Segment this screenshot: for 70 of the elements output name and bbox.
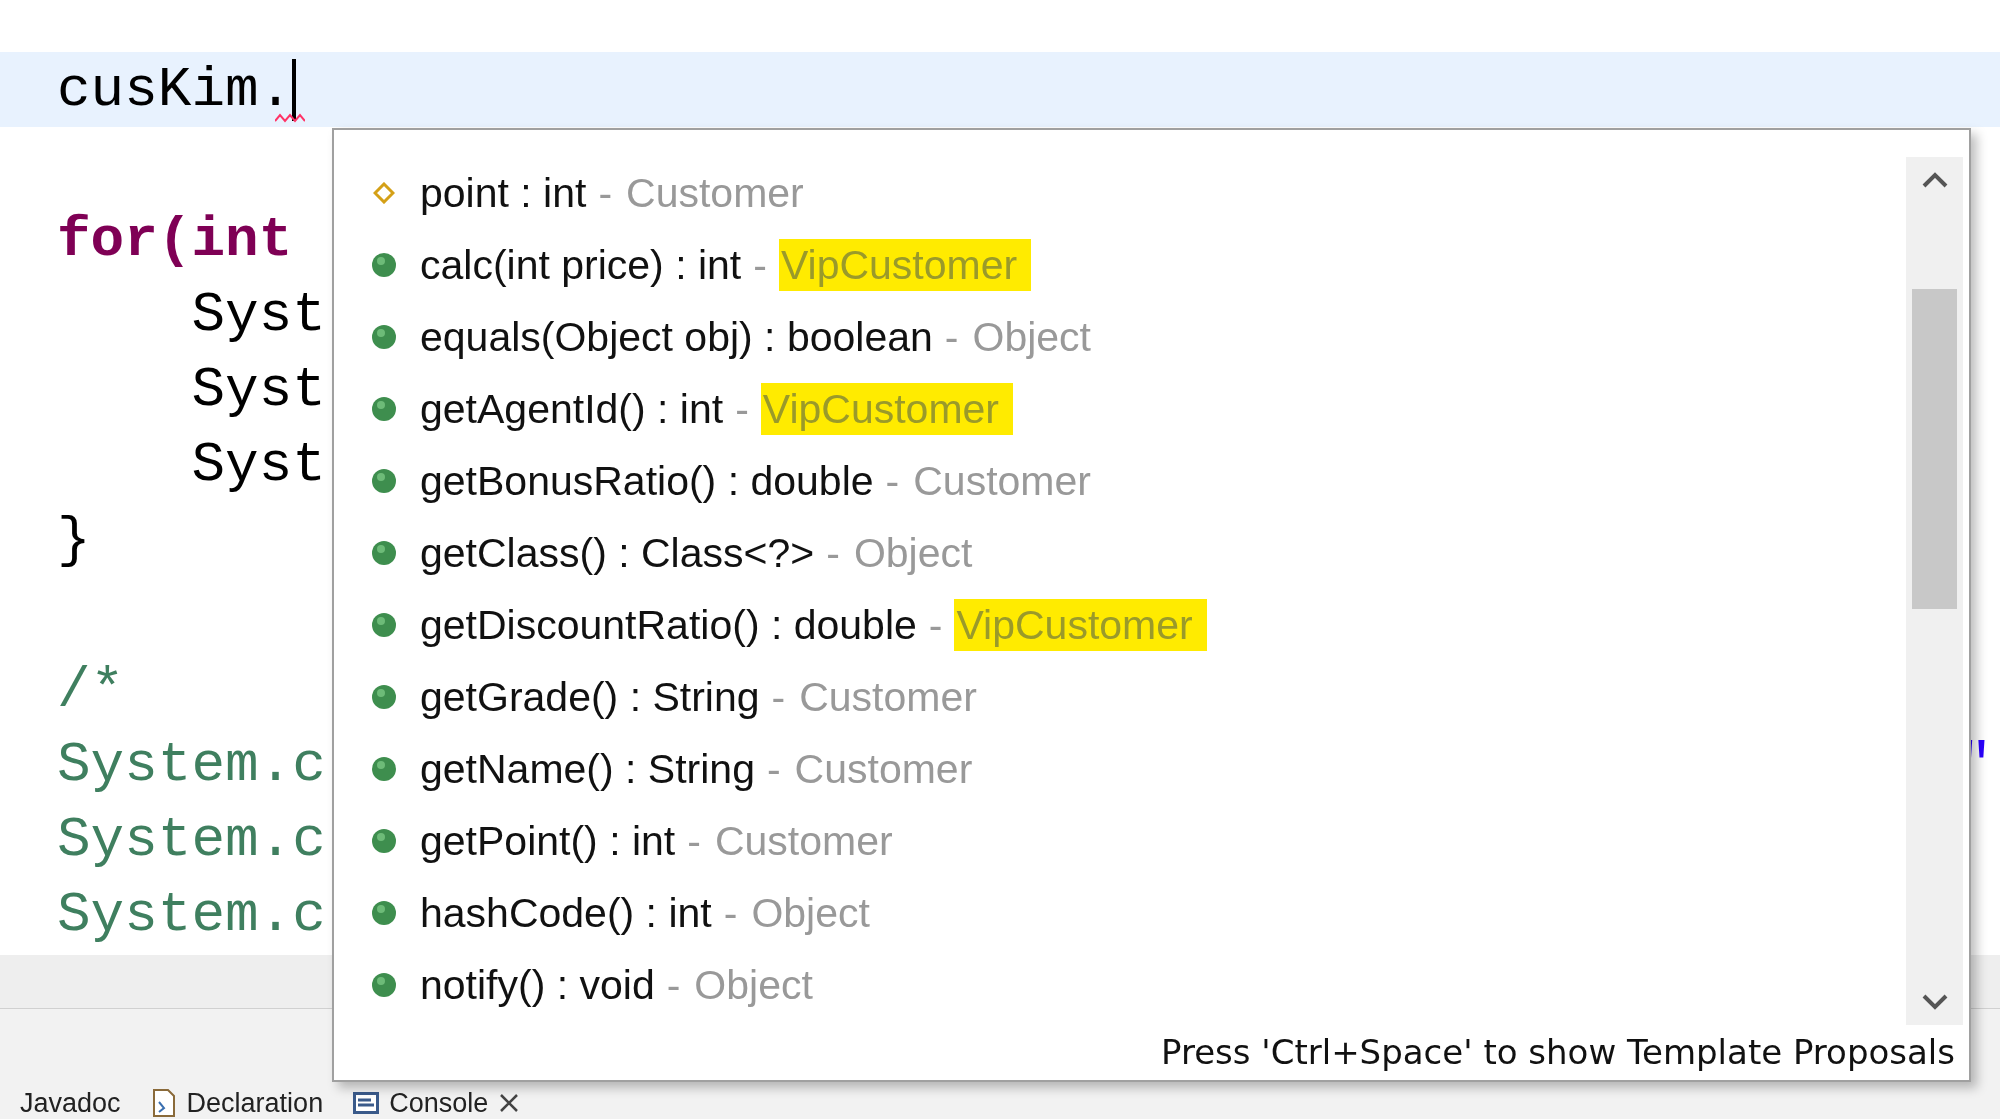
scrollbar[interactable] <box>1906 157 1963 1025</box>
code-text: System.c <box>57 731 326 799</box>
proposal-signature: notify() : void <box>420 961 655 1010</box>
code-text: for(int <box>57 206 293 274</box>
scrollbar-thumb[interactable] <box>1912 289 1957 609</box>
separator: - <box>771 673 786 722</box>
proposal-item[interactable]: getDiscountRatio() : double - VipCustomer <box>334 589 1906 661</box>
separator: - <box>885 457 900 506</box>
proposal-owner: Customer <box>713 817 894 866</box>
panel-tab[interactable]: Javadoc <box>20 1088 121 1118</box>
proposal-signature: getName() : String <box>420 745 755 794</box>
proposal-item[interactable]: getBonusRatio() : double - Customer <box>334 445 1906 517</box>
document-icon <box>150 1088 177 1118</box>
scroll-up-icon[interactable] <box>1920 171 1949 189</box>
proposal-owner: Object <box>750 889 871 938</box>
proposal-signature: hashCode() : int <box>420 889 712 938</box>
proposal-owner: Object <box>971 313 1092 362</box>
proposal-signature: getAgentId() : int <box>420 385 724 434</box>
code-text: System.c <box>57 806 326 874</box>
popup-hint: Press 'Ctrl+Space' to show Template Proposals <box>1161 1031 1955 1074</box>
code-text: cusKim. <box>57 56 293 124</box>
proposal-owner: VipCustomer <box>954 599 1207 651</box>
proposal-owner: Customer <box>625 169 805 218</box>
proposal-item[interactable]: getAgentId() : int - VipCustomer <box>334 373 1906 445</box>
panel-tab[interactable]: Declaration <box>186 1088 324 1118</box>
proposal-item[interactable]: equals(Object obj) : boolean - Object <box>334 301 1906 373</box>
code-text: Syst <box>190 431 326 499</box>
code-text: Syst <box>190 281 326 349</box>
separator: - <box>735 385 749 434</box>
console-icon <box>353 1092 380 1114</box>
panel-tab[interactable]: Console <box>389 1088 489 1118</box>
separator: - <box>826 529 840 578</box>
proposal-signature: calc(int price) : int <box>420 241 742 290</box>
proposal-owner: Customer <box>912 457 1092 506</box>
proposal-item[interactable]: getClass() : Class<?> - Object <box>334 517 1906 589</box>
separator: - <box>766 745 781 794</box>
text-cursor <box>292 58 297 121</box>
proposal-signature: getBonusRatio() : double <box>420 457 874 506</box>
proposal-owner: VipCustomer <box>760 383 1013 435</box>
separator: - <box>753 241 767 290</box>
proposal-owner: VipCustomer <box>778 239 1032 291</box>
proposal-item[interactable]: hashCode() : int - Object <box>334 877 1906 949</box>
proposal-owner: Object <box>693 961 814 1010</box>
code-text: } <box>57 506 91 574</box>
code-text: /* <box>57 656 125 724</box>
proposal-signature: getPoint() : int <box>420 817 676 866</box>
proposal-owner: Object <box>852 529 974 578</box>
proposal-signature: getDiscountRatio() : double <box>420 601 917 650</box>
proposal-item[interactable]: notify() : void - Object <box>334 949 1906 1021</box>
proposal-signature: getGrade() : String <box>420 673 760 722</box>
proposal-item[interactable]: getPoint() : int - Customer <box>334 805 1906 877</box>
separator: - <box>928 601 943 650</box>
proposal-item[interactable]: getGrade() : String - Customer <box>334 661 1906 733</box>
separator: - <box>598 169 613 218</box>
proposal-item[interactable]: point : int - Customer <box>334 157 1906 229</box>
separator: - <box>723 889 738 938</box>
proposal-item[interactable]: calc(int price) : int - VipCustomer <box>334 229 1906 301</box>
proposal-signature: point : int <box>420 169 587 218</box>
code-text: System.c <box>57 881 326 949</box>
proposal-owner: Customer <box>798 673 978 722</box>
proposal-item[interactable]: getName() : String - Customer <box>334 733 1906 805</box>
separator: - <box>687 817 701 866</box>
proposal-owner: Customer <box>793 745 974 794</box>
proposal-signature: getClass() : Class<?> <box>420 529 815 578</box>
scroll-down-icon[interactable] <box>1920 993 1949 1011</box>
close-icon[interactable] <box>498 1092 521 1114</box>
proposal-signature: equals(Object obj) : boolean <box>420 313 933 362</box>
separator: - <box>944 313 959 362</box>
code-text: Syst <box>190 356 326 424</box>
separator: - <box>666 961 681 1010</box>
